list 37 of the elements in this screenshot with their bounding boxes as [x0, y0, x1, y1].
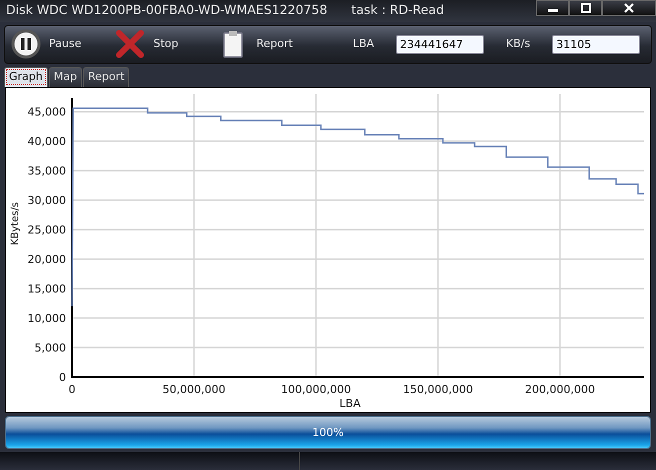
tab[interactable]: Graph [4, 67, 48, 87]
axis-tick-label: 30,000 [28, 194, 66, 207]
axis-tick-label: 20,000 [28, 252, 66, 266]
axis-tick-label: 150,000,000 [402, 382, 473, 396]
axis-tick-label: 35,000 [28, 164, 66, 178]
close-icon [624, 3, 634, 13]
axis-tick-label: 200,000,000 [524, 382, 595, 396]
stop-button[interactable]: Stop [115, 29, 178, 60]
progress-text: 100% [311, 424, 345, 441]
axis-tick-label: 100,000,000 [281, 382, 351, 396]
input-field[interactable]: 31105 [552, 34, 640, 54]
axis-title: KBytes/s [10, 202, 21, 245]
axis-tick-label: 0 [59, 370, 66, 384]
tab[interactable]: Map [48, 67, 82, 87]
close-button[interactable] [602, 0, 656, 16]
axis-tick-label: 0 [68, 382, 76, 396]
axis-tick-label: 25,000 [28, 223, 66, 236]
maximize-icon [580, 3, 590, 13]
axis-tick-label: 50,000,000 [162, 382, 226, 396]
field-label: LBA [352, 36, 374, 52]
cross-icon [115, 29, 146, 60]
maximize-button[interactable] [569, 0, 602, 16]
task-label: task : RD-Read [351, 1, 444, 20]
axis-tick-label: 15,000 [28, 282, 66, 296]
field-label: KB/s [506, 36, 530, 52]
axis-title: LBA [339, 396, 361, 410]
axis-tick-label: 40,000 [28, 134, 66, 148]
report-button[interactable]: Report [218, 29, 293, 60]
axis-tick-label: 5,000 [34, 341, 66, 354]
pause-icon [11, 29, 41, 60]
input-field[interactable]: 234441647 [396, 34, 484, 54]
window-title: Disk WDC WD1200PB-00FBA0-WD-WMAES1220758 [6, 1, 328, 20]
axis-tick-label: 45,000 [28, 105, 66, 118]
pause-button[interactable]: Pause [11, 29, 82, 60]
minimize-button[interactable] [536, 0, 569, 16]
tab[interactable]: Report [82, 67, 130, 87]
axis-tick-label: 10,000 [28, 312, 66, 325]
